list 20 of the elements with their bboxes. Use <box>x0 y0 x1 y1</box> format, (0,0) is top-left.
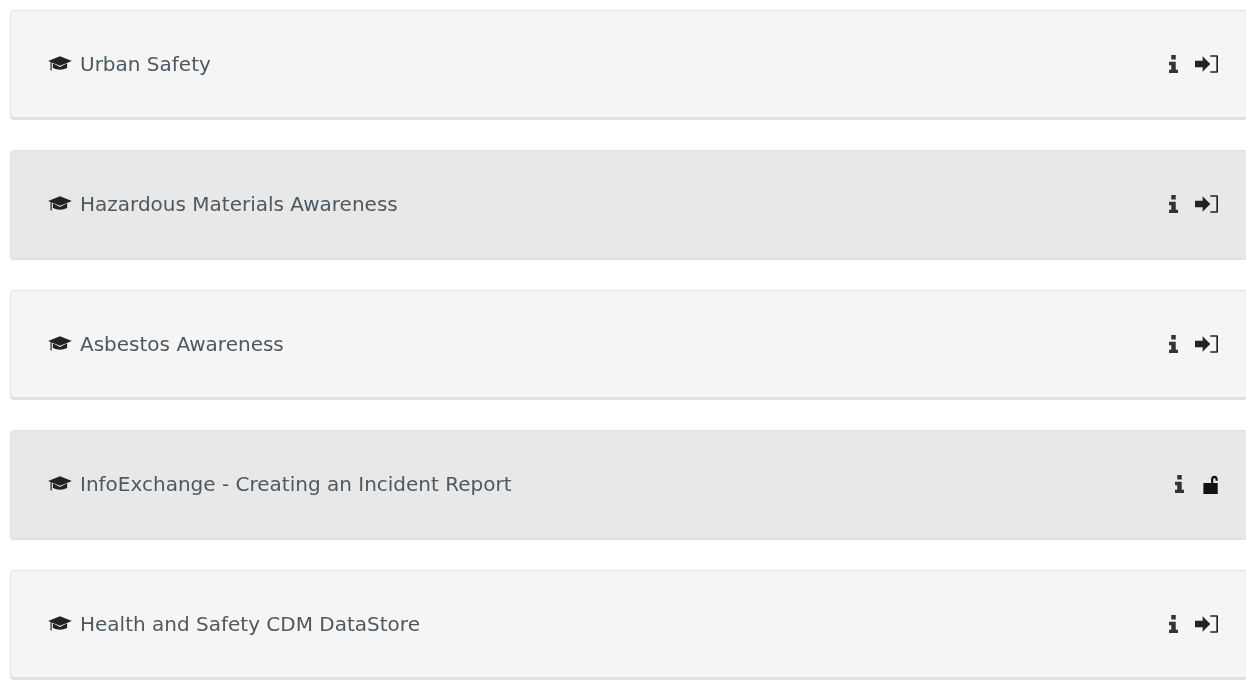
course-title: Health and Safety CDM DataStore <box>80 612 420 636</box>
course-card[interactable]: InfoExchange - Creating an Incident Report <box>10 430 1246 538</box>
sign-in-icon[interactable] <box>1194 54 1220 74</box>
course-title: Hazardous Materials Awareness <box>80 192 398 216</box>
sign-in-icon[interactable] <box>1194 194 1220 214</box>
unlock-icon[interactable] <box>1201 474 1219 494</box>
info-icon[interactable] <box>1169 615 1178 633</box>
info-icon[interactable] <box>1169 335 1178 353</box>
sign-in-icon[interactable] <box>1194 334 1220 354</box>
info-icon[interactable] <box>1175 475 1184 493</box>
course-title: Asbestos Awareness <box>80 332 284 356</box>
course-card[interactable]: Hazardous Materials Awareness <box>10 150 1246 258</box>
course-title: InfoExchange - Creating an Incident Report <box>80 472 512 496</box>
course-title: Urban Safety <box>80 52 211 76</box>
course-card[interactable]: Urban Safety <box>10 10 1246 118</box>
info-icon[interactable] <box>1169 195 1178 213</box>
course-card[interactable]: Health and Safety CDM DataStore <box>10 570 1246 678</box>
sign-in-icon[interactable] <box>1194 614 1220 634</box>
course-card[interactable]: Asbestos Awareness <box>10 290 1246 398</box>
info-icon[interactable] <box>1169 55 1178 73</box>
